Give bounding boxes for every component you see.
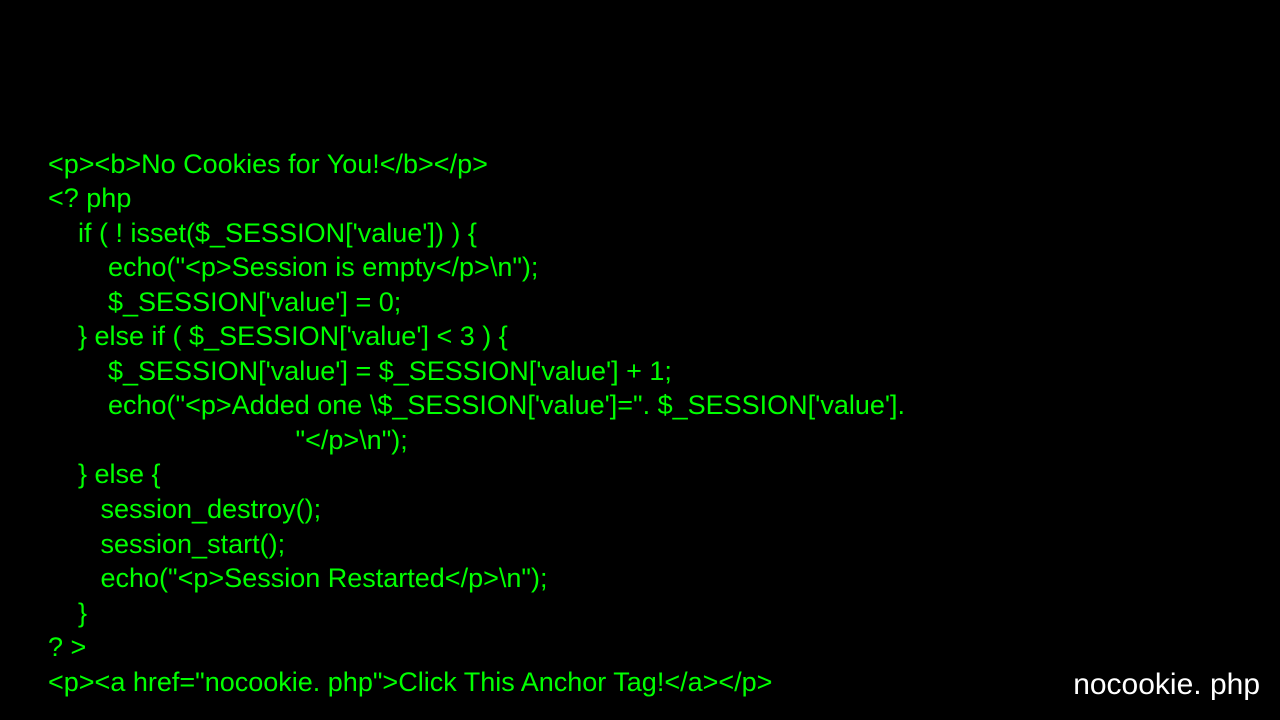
code-line: } [48,598,87,628]
code-line: } else { [48,459,161,489]
code-line: echo("<p>Session Restarted</p>\n"); [48,563,547,593]
code-line: ? > [48,632,86,662]
code-line: $_SESSION['value'] = $_SESSION['value'] … [48,356,672,386]
code-line: echo("<p>Added one \$_SESSION['value']="… [48,390,905,420]
code-line: "</p>\n"); [48,425,408,455]
code-line: <p><a href="nocookie. php">Click This An… [48,667,772,697]
code-line: <p><b>No Cookies for You!</b></p> [48,149,488,179]
code-line: echo("<p>Session is empty</p>\n"); [48,252,538,282]
code-line: <? php [48,183,131,213]
code-line: session_destroy(); [48,494,321,524]
slide: <p><b>No Cookies for You!</b></p> <? php… [0,0,1280,720]
code-line: $_SESSION['value'] = 0; [48,287,401,317]
code-snippet: <p><b>No Cookies for You!</b></p> <? php… [48,112,1228,720]
footer-filename: nocookie. php [1073,668,1260,702]
code-line: if ( ! isset($_SESSION['value']) ) { [48,218,477,248]
code-line: } else if ( $_SESSION['value'] < 3 ) { [48,321,508,351]
code-line: session_start(); [48,529,285,559]
